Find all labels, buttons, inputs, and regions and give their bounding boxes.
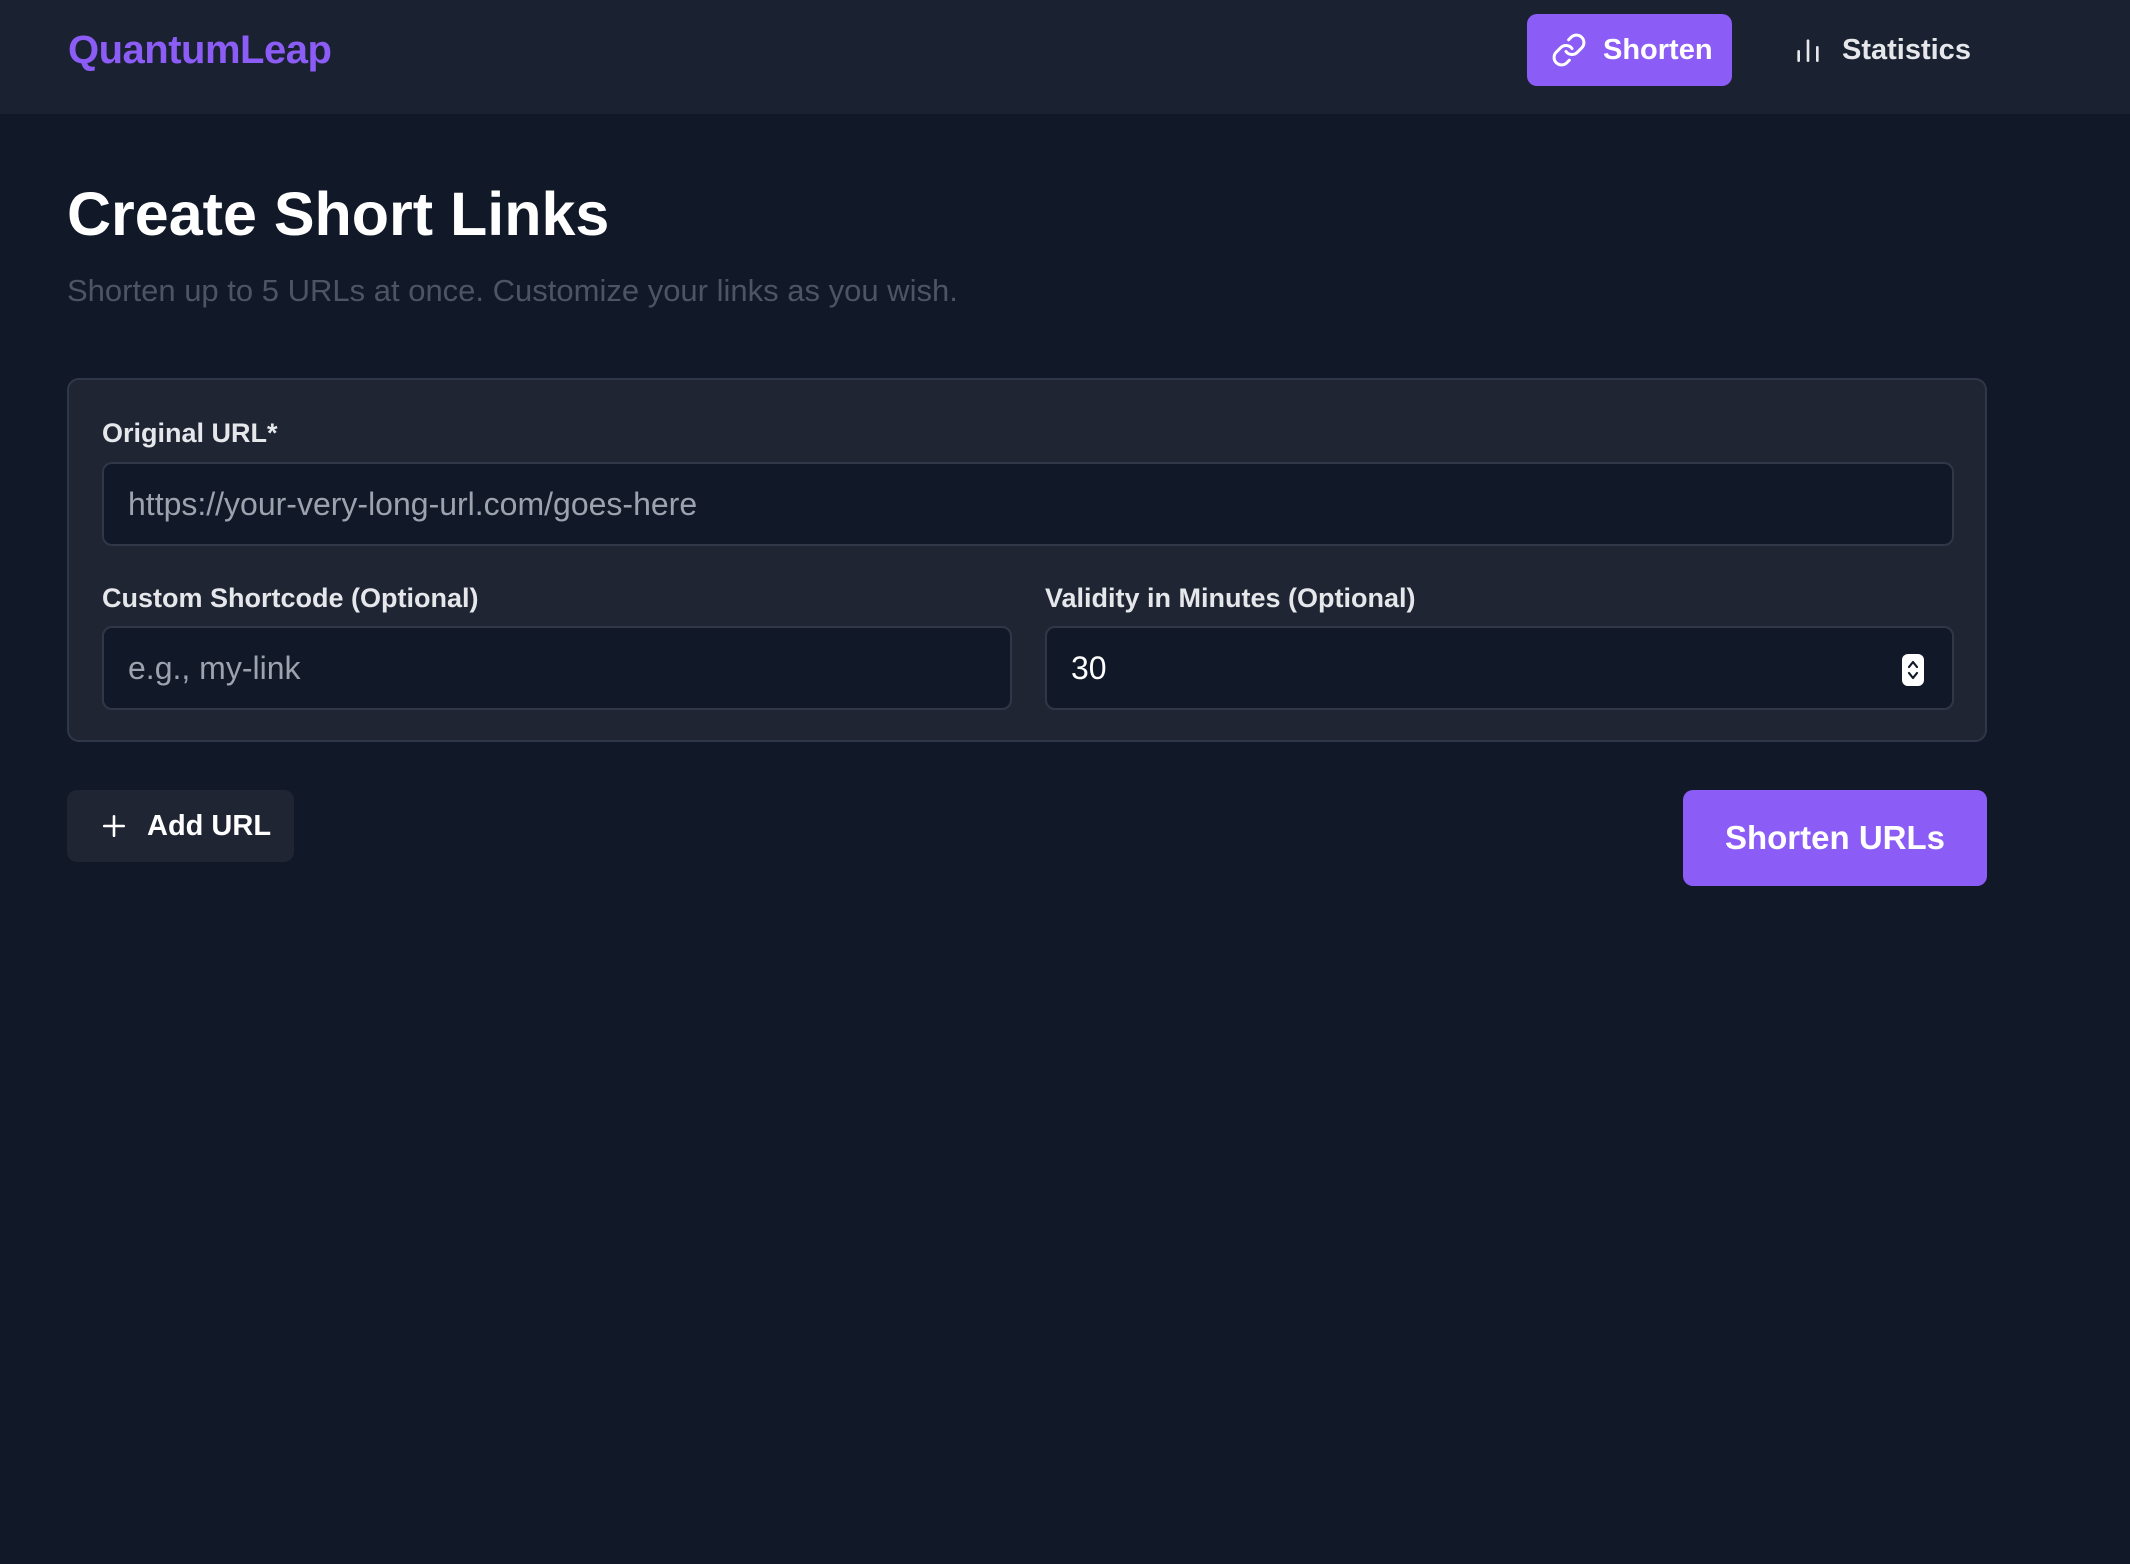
nav-statistics-button[interactable]: Statistics bbox=[1770, 14, 1985, 86]
top-navigation-bar: QuantumLeap Shorten Statistics bbox=[0, 0, 2130, 114]
add-url-button[interactable]: Add URL bbox=[67, 790, 294, 862]
url-entry-card: Original URL* Custom Shortcode (Optional… bbox=[67, 378, 1987, 742]
nav-shorten-label: Shorten bbox=[1603, 33, 1713, 66]
original-url-label: Original URL* bbox=[102, 418, 278, 448]
validity-minutes-input[interactable]: 30 bbox=[1045, 626, 1954, 710]
page-title: Create Short Links bbox=[67, 180, 610, 248]
custom-shortcode-input[interactable] bbox=[102, 626, 1012, 710]
link-icon bbox=[1551, 32, 1587, 68]
number-stepper-icon[interactable] bbox=[1902, 654, 1924, 686]
nav-shorten-button[interactable]: Shorten bbox=[1527, 14, 1732, 86]
page-subtitle: Shorten up to 5 URLs at once. Customize … bbox=[67, 273, 958, 308]
add-url-label: Add URL bbox=[147, 809, 272, 842]
custom-shortcode-label: Custom Shortcode (Optional) bbox=[102, 583, 479, 613]
plus-icon bbox=[101, 813, 127, 839]
validity-minutes-value: 30 bbox=[1071, 649, 1107, 686]
original-url-input[interactable] bbox=[102, 462, 1954, 546]
nav-statistics-label: Statistics bbox=[1842, 33, 1971, 66]
bar-chart-icon bbox=[1790, 32, 1826, 68]
app-logo[interactable]: QuantumLeap bbox=[68, 22, 332, 78]
shorten-urls-button[interactable]: Shorten URLs bbox=[1683, 790, 1987, 886]
validity-minutes-label: Validity in Minutes (Optional) bbox=[1045, 583, 1416, 613]
